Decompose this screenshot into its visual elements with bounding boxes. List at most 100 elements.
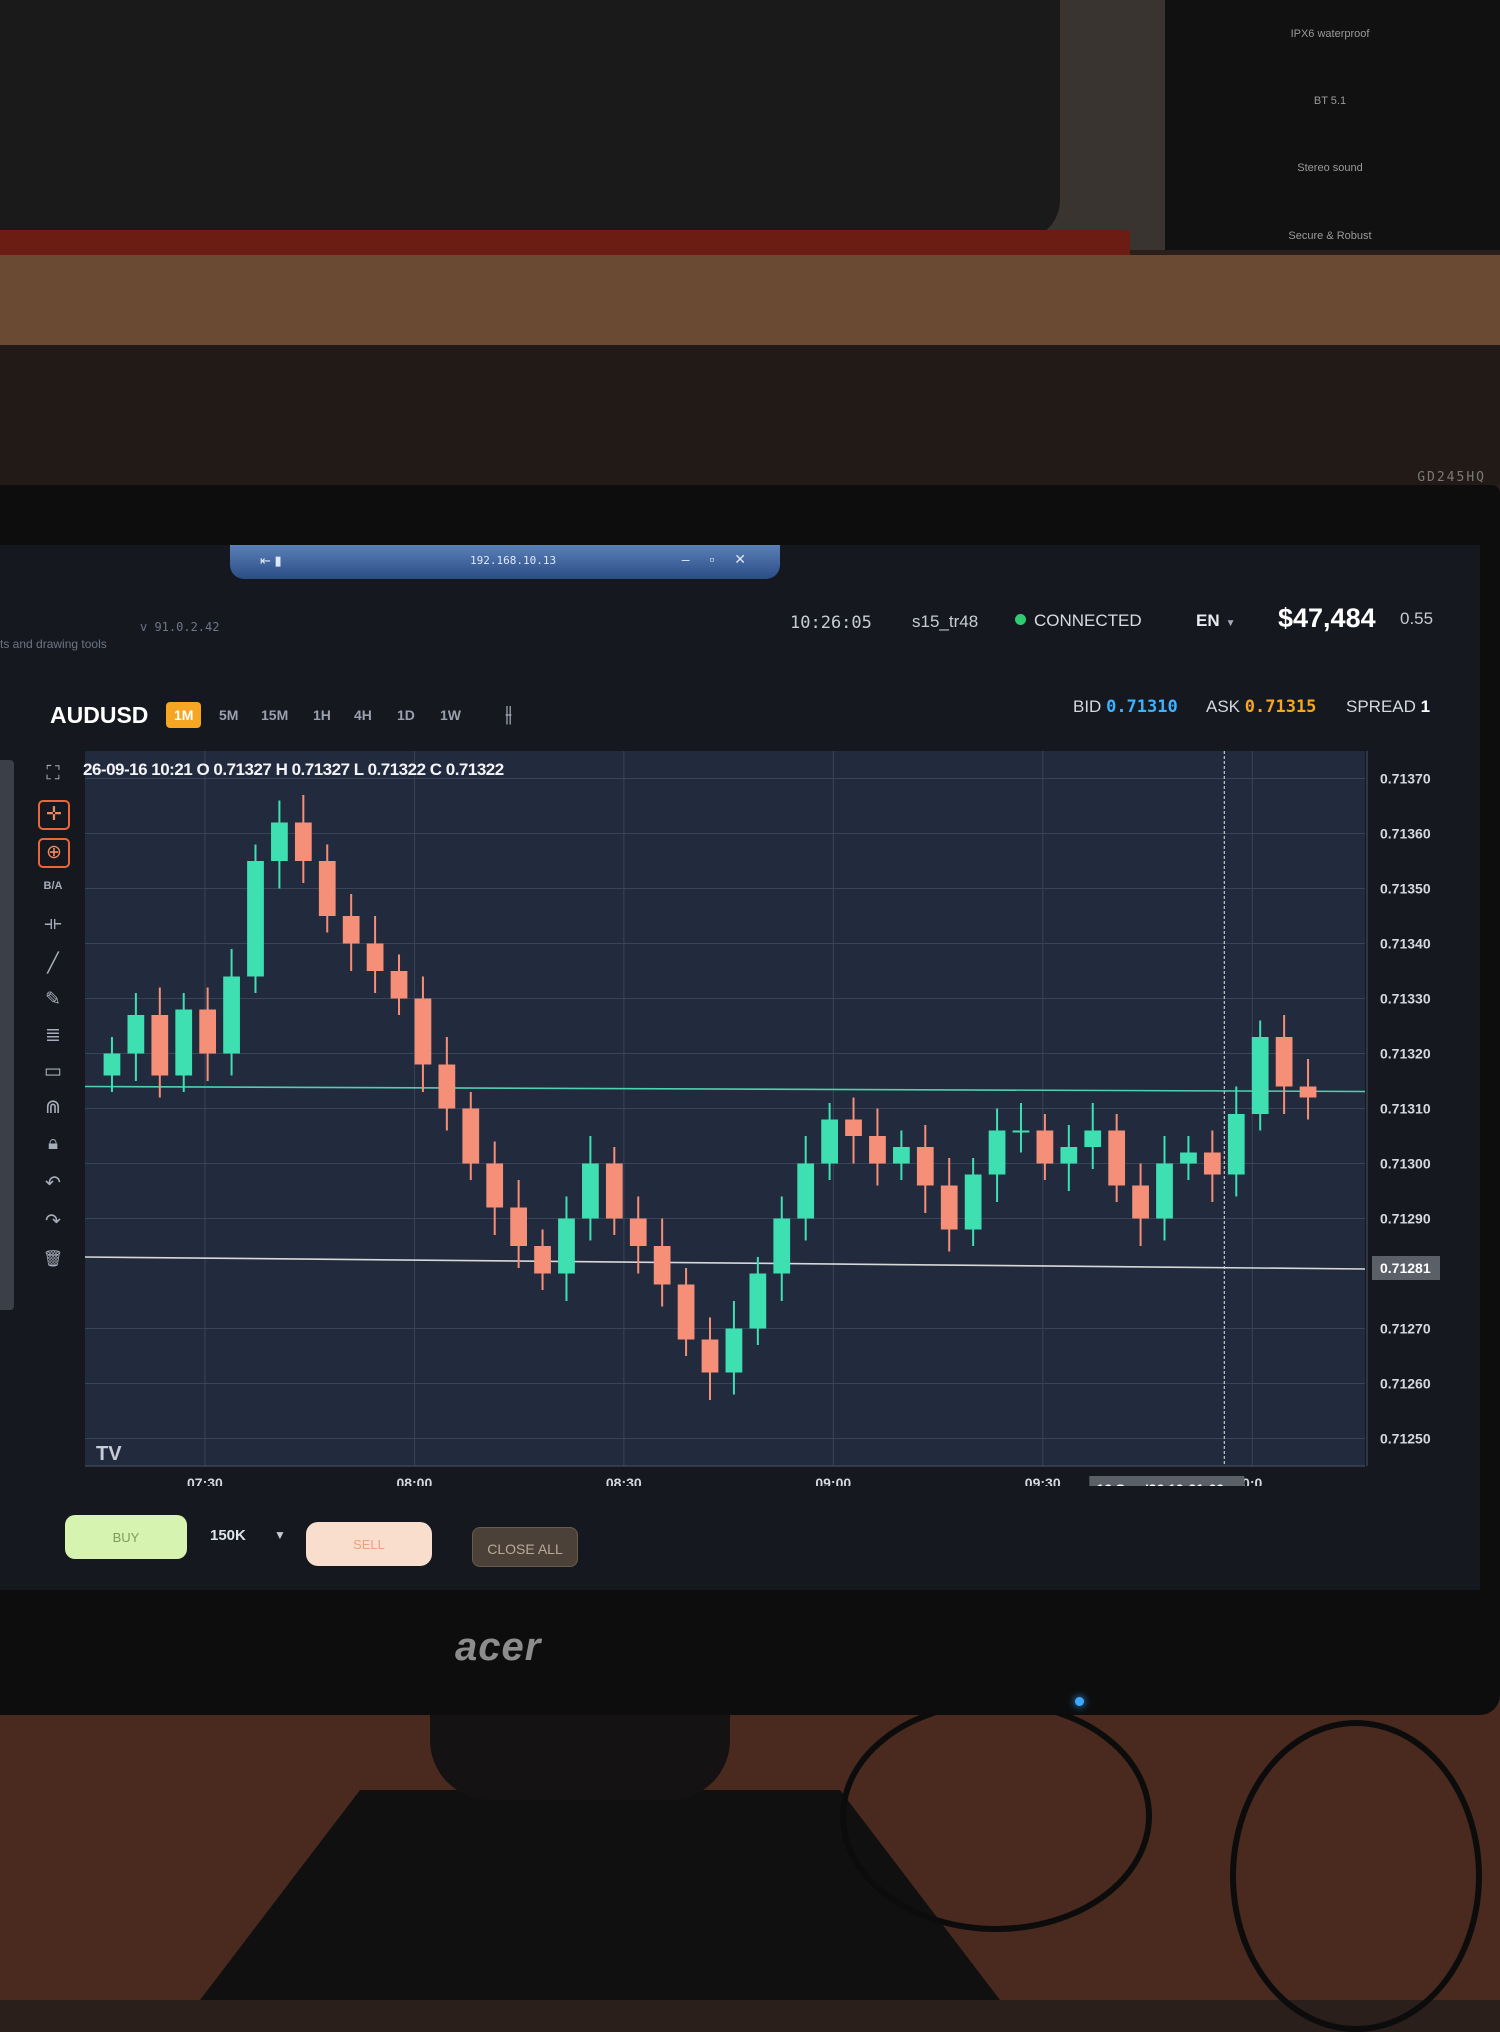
background-shelf-board	[0, 255, 1500, 345]
candle-body	[271, 822, 288, 861]
y-tick-label: 0.71260	[1380, 1376, 1431, 1392]
candle-body	[1012, 1130, 1030, 1133]
tools-hint: ts and drawing tools	[0, 637, 107, 651]
candle-body	[869, 1136, 886, 1164]
buy-button[interactable]: BUY	[65, 1515, 187, 1559]
chevron-down-icon: ▼	[1225, 618, 1236, 629]
candle-body	[1275, 1037, 1293, 1087]
candlestick-icon[interactable]: ⫲	[505, 701, 512, 727]
candle-body	[175, 1009, 193, 1076]
status-dot-icon	[1015, 614, 1026, 625]
y-tick-label: 0.71281	[1380, 1260, 1431, 1276]
monitor-model-label: GD245HQ	[1417, 470, 1486, 485]
ask-value: 0.71315	[1244, 697, 1317, 717]
connection-status: CONNECTED	[1015, 611, 1142, 631]
x-tick-label: 09:00	[815, 1475, 851, 1486]
language-label: EN	[1196, 611, 1220, 630]
remote-pin-icon[interactable]: ⇤ ▮	[260, 553, 282, 569]
candle-body	[821, 1119, 838, 1164]
candle-body	[294, 822, 312, 861]
candle-body	[845, 1119, 862, 1136]
x-tick-label: 09:30	[1025, 1475, 1061, 1486]
candle-body	[1036, 1130, 1054, 1164]
y-tick-label: 0.71350	[1380, 881, 1431, 897]
candle-body	[151, 1015, 169, 1076]
spread-quote: SPREAD 1	[1346, 697, 1430, 717]
candle-body	[893, 1147, 910, 1164]
crosshair-time-label: 16 Sep '26 10:21:00	[1096, 1481, 1224, 1486]
candle-body	[390, 971, 408, 999]
candle-body	[1156, 1163, 1173, 1219]
server-time: 10:26:05	[790, 613, 872, 633]
timeframe-1m[interactable]: 1M	[166, 702, 202, 728]
x-tick-label: 07:30	[187, 1475, 223, 1486]
candle-body	[1084, 1130, 1102, 1147]
ask-quote: ASK 0.71315	[1206, 697, 1316, 717]
close-all-button[interactable]: CLOSE ALL	[472, 1527, 578, 1567]
candle-body	[964, 1174, 982, 1230]
candle-body	[1180, 1152, 1197, 1164]
candle-body	[773, 1218, 791, 1274]
speaker-feature-4: Secure & Robust	[1288, 230, 1372, 242]
power-led-icon	[1075, 1697, 1084, 1706]
candle-body	[940, 1185, 958, 1230]
symbol-name[interactable]: AUDUSD	[50, 702, 148, 729]
y-tick-label: 0.71290	[1380, 1211, 1431, 1227]
y-tick-label: 0.71270	[1380, 1321, 1431, 1337]
candle-body	[1299, 1086, 1317, 1098]
x-tick-label: 08:00	[396, 1475, 432, 1486]
speaker-box: IPX6 waterproof BT 5.1 Stereo sound Secu…	[1165, 0, 1500, 250]
candle-body	[414, 998, 432, 1065]
candle-body	[247, 861, 264, 977]
header-small-value: 0.55	[1400, 609, 1434, 628]
timeframe-4h[interactable]: 4H	[346, 702, 380, 728]
sell-button[interactable]: SELL	[306, 1522, 432, 1566]
remote-window-controls[interactable]: – ▫ ✕	[682, 551, 754, 568]
quantity-select[interactable]: 150K	[210, 1527, 246, 1544]
candle-body	[1227, 1114, 1245, 1175]
tradingview-logo: TV	[96, 1443, 122, 1465]
candle-body	[199, 1009, 217, 1054]
timeframe-5m[interactable]: 5M	[211, 702, 246, 728]
candle-body	[988, 1130, 1006, 1175]
background-wall	[0, 345, 1500, 485]
app-version: v 91.0.2.42	[140, 620, 220, 634]
price-chart[interactable]: 0.71370 0.71360 0.71350 0.71340 0.71330 0.713…	[40, 741, 1440, 1486]
candle-body	[1060, 1147, 1078, 1164]
language-select[interactable]: EN ▼	[1196, 611, 1236, 631]
candle-body	[605, 1163, 623, 1219]
y-tick-label: 0.71310	[1380, 1101, 1431, 1117]
remote-ip-label: 192.168.10.13	[470, 554, 557, 567]
cable	[840, 1700, 1152, 1932]
connection-status-label: CONNECTED	[1034, 611, 1142, 630]
side-panel-edge[interactable]	[0, 760, 14, 1310]
candle-body	[223, 976, 240, 1054]
candle-body	[916, 1147, 934, 1186]
trading-screen: ⇤ ▮ 192.168.10.13 – ▫ ✕ v 91.0.2.42 ts a…	[0, 545, 1480, 1590]
spread-label: SPREAD	[1346, 697, 1416, 716]
speaker-feature-1: IPX6 waterproof	[1290, 28, 1370, 40]
candle-body	[342, 916, 360, 944]
candle-body	[486, 1163, 504, 1208]
timeframe-1w[interactable]: 1W	[432, 702, 469, 728]
timeframe-1d[interactable]: 1D	[389, 702, 423, 728]
y-tick-label: 0.71330	[1380, 991, 1431, 1007]
account-balance: $47,484	[1278, 603, 1376, 633]
candle-body	[534, 1246, 551, 1274]
monitor-brand-logo: acer	[455, 1625, 542, 1669]
candle-body	[103, 1053, 121, 1076]
y-tick-label: 0.71250	[1380, 1431, 1431, 1447]
y-tick-label: 0.71300	[1380, 1156, 1431, 1172]
timeframe-1h[interactable]: 1H	[305, 702, 339, 728]
bid-label: BID	[1073, 697, 1102, 716]
chevron-down-icon[interactable]: ▼	[274, 1528, 286, 1542]
y-tick-label: 0.71360	[1380, 826, 1431, 842]
background-bag	[0, 0, 1060, 240]
remote-desktop-bar[interactable]: ⇤ ▮ 192.168.10.13 – ▫ ✕	[230, 545, 780, 579]
spread-value: 1	[1420, 697, 1431, 716]
bid-value: 0.71310	[1106, 697, 1178, 717]
x-tick-label: 08:30	[606, 1475, 642, 1486]
timeframe-15m[interactable]: 15M	[253, 702, 296, 728]
candle-body	[1251, 1037, 1269, 1114]
y-tick-label: 0.71370	[1380, 771, 1431, 787]
